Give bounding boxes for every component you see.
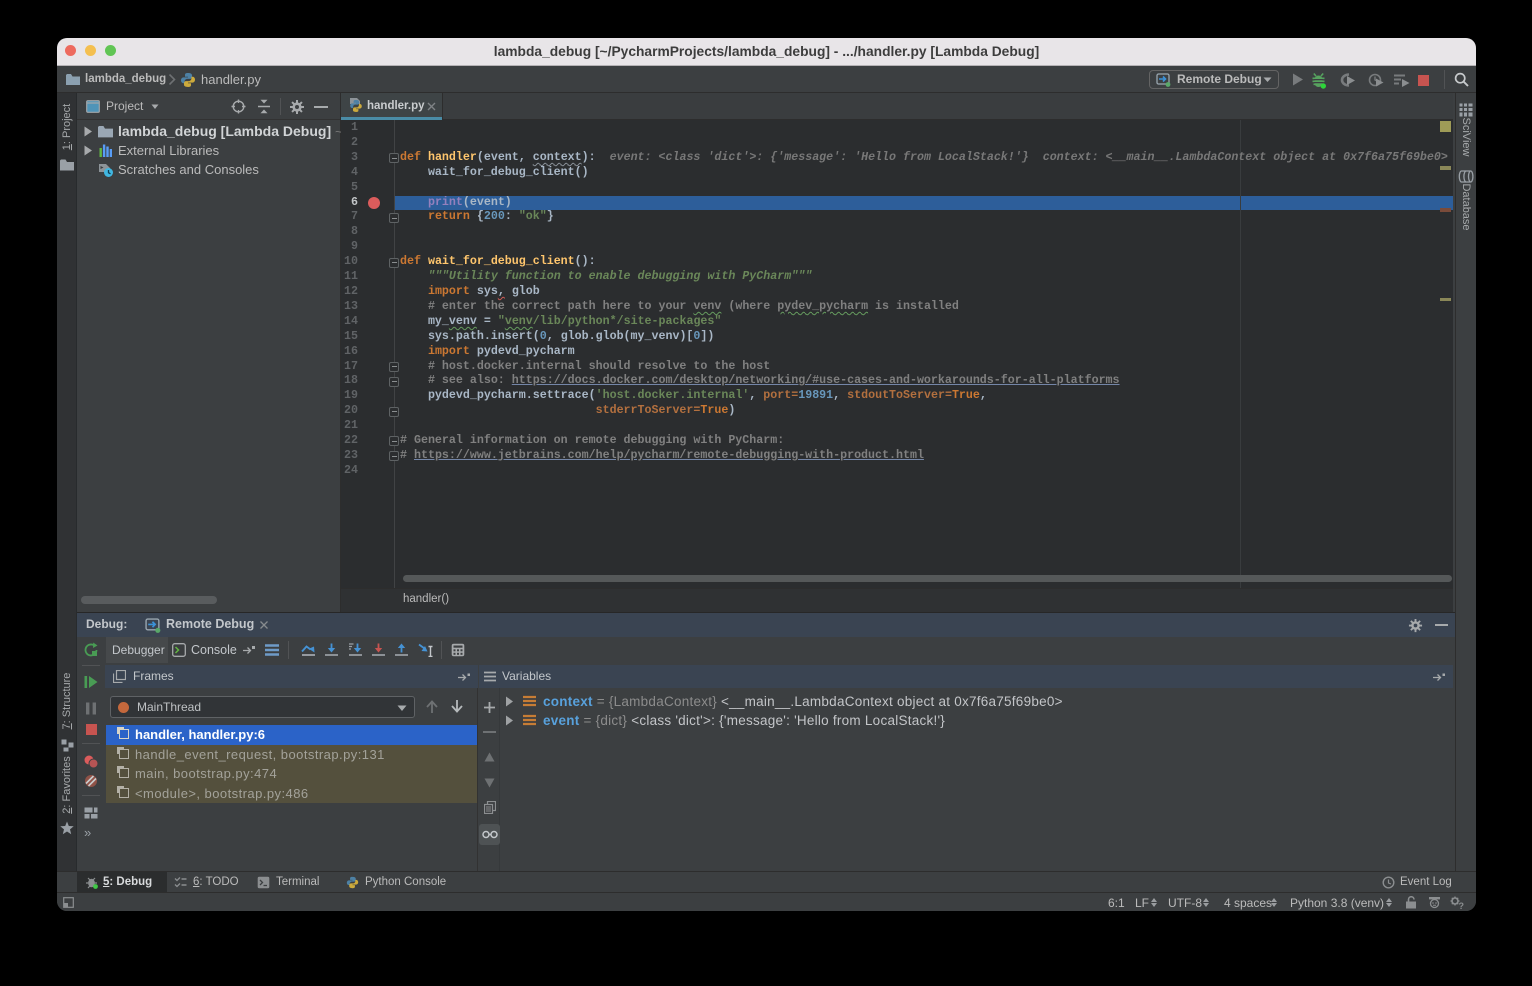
svg-text:?: ?	[1459, 901, 1465, 909]
